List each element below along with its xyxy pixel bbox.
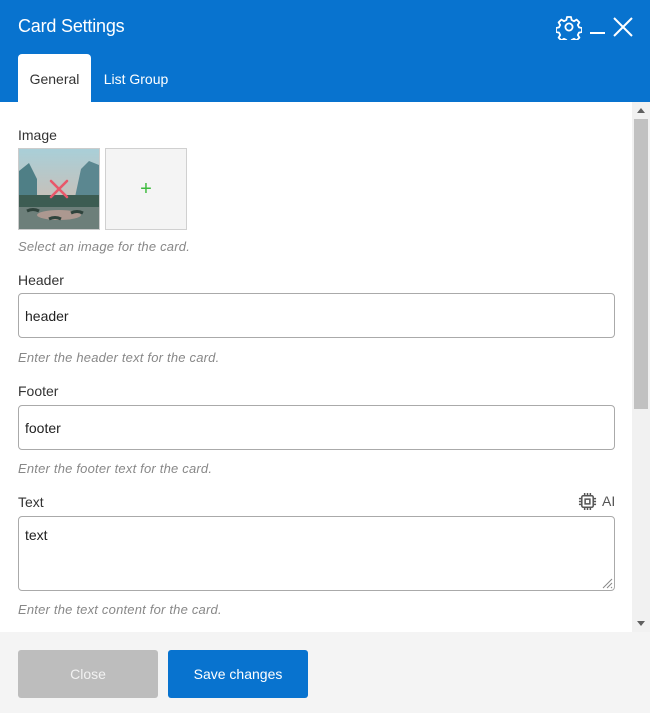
- tab-general[interactable]: General: [18, 54, 91, 102]
- image-label: Image: [18, 127, 57, 143]
- text-label: Text: [18, 494, 44, 510]
- remove-image-icon[interactable]: [49, 179, 69, 199]
- scroll-thumb[interactable]: [634, 119, 648, 409]
- add-image-button[interactable]: +: [105, 148, 187, 230]
- dialog-content: Image + Select an image for the card. He…: [0, 102, 632, 632]
- minimize-icon[interactable]: [586, 14, 612, 40]
- scroll-down-icon[interactable]: [637, 621, 645, 626]
- text-value: text: [25, 527, 48, 543]
- close-button[interactable]: Close: [18, 650, 158, 698]
- ai-assist-button[interactable]: AI: [578, 490, 615, 512]
- ai-label: AI: [602, 493, 616, 509]
- chip-icon: [578, 492, 597, 510]
- footer-hint: Enter the footer text for the card.: [18, 461, 213, 476]
- tab-list-group[interactable]: List Group: [93, 54, 179, 102]
- scroll-up-icon[interactable]: [637, 108, 645, 113]
- dialog-footer: Close Save changes: [0, 632, 650, 713]
- close-icon[interactable]: [610, 14, 636, 40]
- gear-icon[interactable]: [556, 14, 582, 40]
- text-textarea[interactable]: text: [18, 516, 615, 591]
- selected-image[interactable]: [18, 148, 100, 230]
- header-hint: Enter the header text for the card.: [18, 350, 220, 365]
- footer-input[interactable]: footer: [18, 405, 615, 450]
- text-hint: Enter the text content for the card.: [18, 602, 222, 617]
- footer-label: Footer: [18, 383, 59, 399]
- plus-icon: +: [140, 178, 152, 200]
- header-label: Header: [18, 272, 64, 288]
- header-input[interactable]: header: [18, 293, 615, 338]
- dialog-header: Card Settings General List Group: [0, 0, 650, 102]
- image-hint: Select an image for the card.: [18, 239, 191, 254]
- content-scrollbar[interactable]: [632, 102, 650, 632]
- resize-handle-icon[interactable]: [599, 575, 613, 589]
- save-changes-button[interactable]: Save changes: [168, 650, 308, 698]
- dialog-title: Card Settings: [18, 16, 125, 36]
